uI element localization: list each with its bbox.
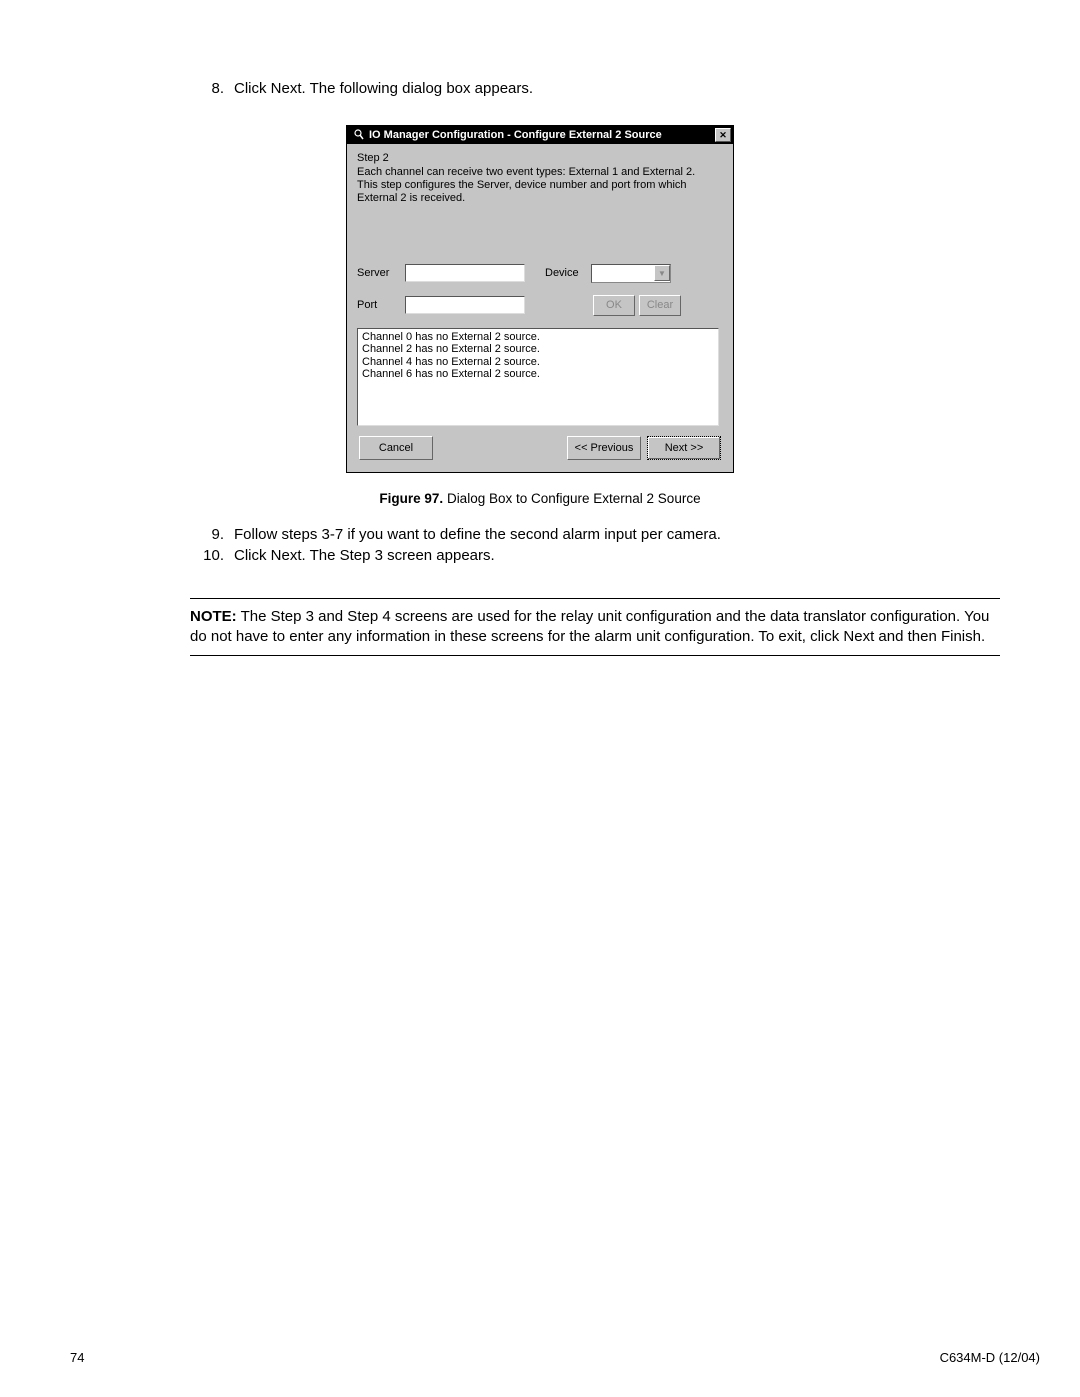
io-manager-dialog: IO Manager Configuration - Configure Ext… xyxy=(346,125,734,473)
note-label: NOTE: xyxy=(190,608,237,625)
step-10: 10. Click Next. The Step 3 screen appear… xyxy=(200,547,1040,564)
step-desc-1: Each channel can receive two event types… xyxy=(357,166,723,179)
device-select[interactable]: ▼ xyxy=(591,264,671,283)
figure-97: IO Manager Configuration - Configure Ext… xyxy=(40,125,1040,506)
note-text: The Step 3 and Step 4 screens are used f… xyxy=(190,608,989,645)
clear-button[interactable]: Clear xyxy=(639,295,681,316)
step-heading: Step 2 xyxy=(357,152,723,164)
step-desc-2: This step configures the Server, device … xyxy=(357,179,723,205)
step-9-number: 9. xyxy=(200,526,224,543)
step-9-text: Follow steps 3-7 if you want to define t… xyxy=(234,526,721,543)
step-10-number: 10. xyxy=(200,547,224,564)
previous-button[interactable]: << Previous xyxy=(567,436,641,460)
app-icon xyxy=(351,128,365,142)
next-button[interactable]: Next >> xyxy=(647,436,721,460)
port-input[interactable] xyxy=(405,296,525,314)
doc-id: C634M-D (12/04) xyxy=(940,1350,1040,1365)
note-block: NOTE: The Step 3 and Step 4 screens are … xyxy=(190,598,1000,657)
step-8-number: 8. xyxy=(200,80,224,97)
dialog-titlebar: IO Manager Configuration - Configure Ext… xyxy=(347,126,733,144)
dialog-title: IO Manager Configuration - Configure Ext… xyxy=(369,129,715,141)
server-label: Server xyxy=(357,267,405,279)
figure-caption-bold: Figure 97. xyxy=(379,491,443,506)
step-10-text: Click Next. The Step 3 screen appears. xyxy=(234,547,495,564)
figure-caption: Figure 97. Dialog Box to Configure Exter… xyxy=(379,491,700,506)
status-line: Channel 4 has no External 2 source. xyxy=(362,356,714,369)
status-line: Channel 6 has no External 2 source. xyxy=(362,368,714,381)
chevron-down-icon[interactable]: ▼ xyxy=(654,265,670,281)
page-footer: 74 C634M-D (12/04) xyxy=(70,1350,1040,1365)
step-8: 8. Click Next. The following dialog box … xyxy=(200,80,1040,97)
step-8-text: Click Next. The following dialog box app… xyxy=(234,80,533,97)
status-line: Channel 0 has no External 2 source. xyxy=(362,331,714,344)
ok-button[interactable]: OK xyxy=(593,295,635,316)
close-icon[interactable]: ✕ xyxy=(715,128,731,142)
page-number: 74 xyxy=(70,1350,84,1365)
figure-caption-text: Dialog Box to Configure External 2 Sourc… xyxy=(443,491,700,506)
status-listbox[interactable]: Channel 0 has no External 2 source. Chan… xyxy=(357,328,719,426)
cancel-button[interactable]: Cancel xyxy=(359,436,433,460)
server-input[interactable] xyxy=(405,264,525,282)
status-line: Channel 2 has no External 2 source. xyxy=(362,343,714,356)
device-label: Device xyxy=(545,267,591,279)
port-label: Port xyxy=(357,299,405,311)
step-9: 9. Follow steps 3-7 if you want to defin… xyxy=(200,526,1040,543)
